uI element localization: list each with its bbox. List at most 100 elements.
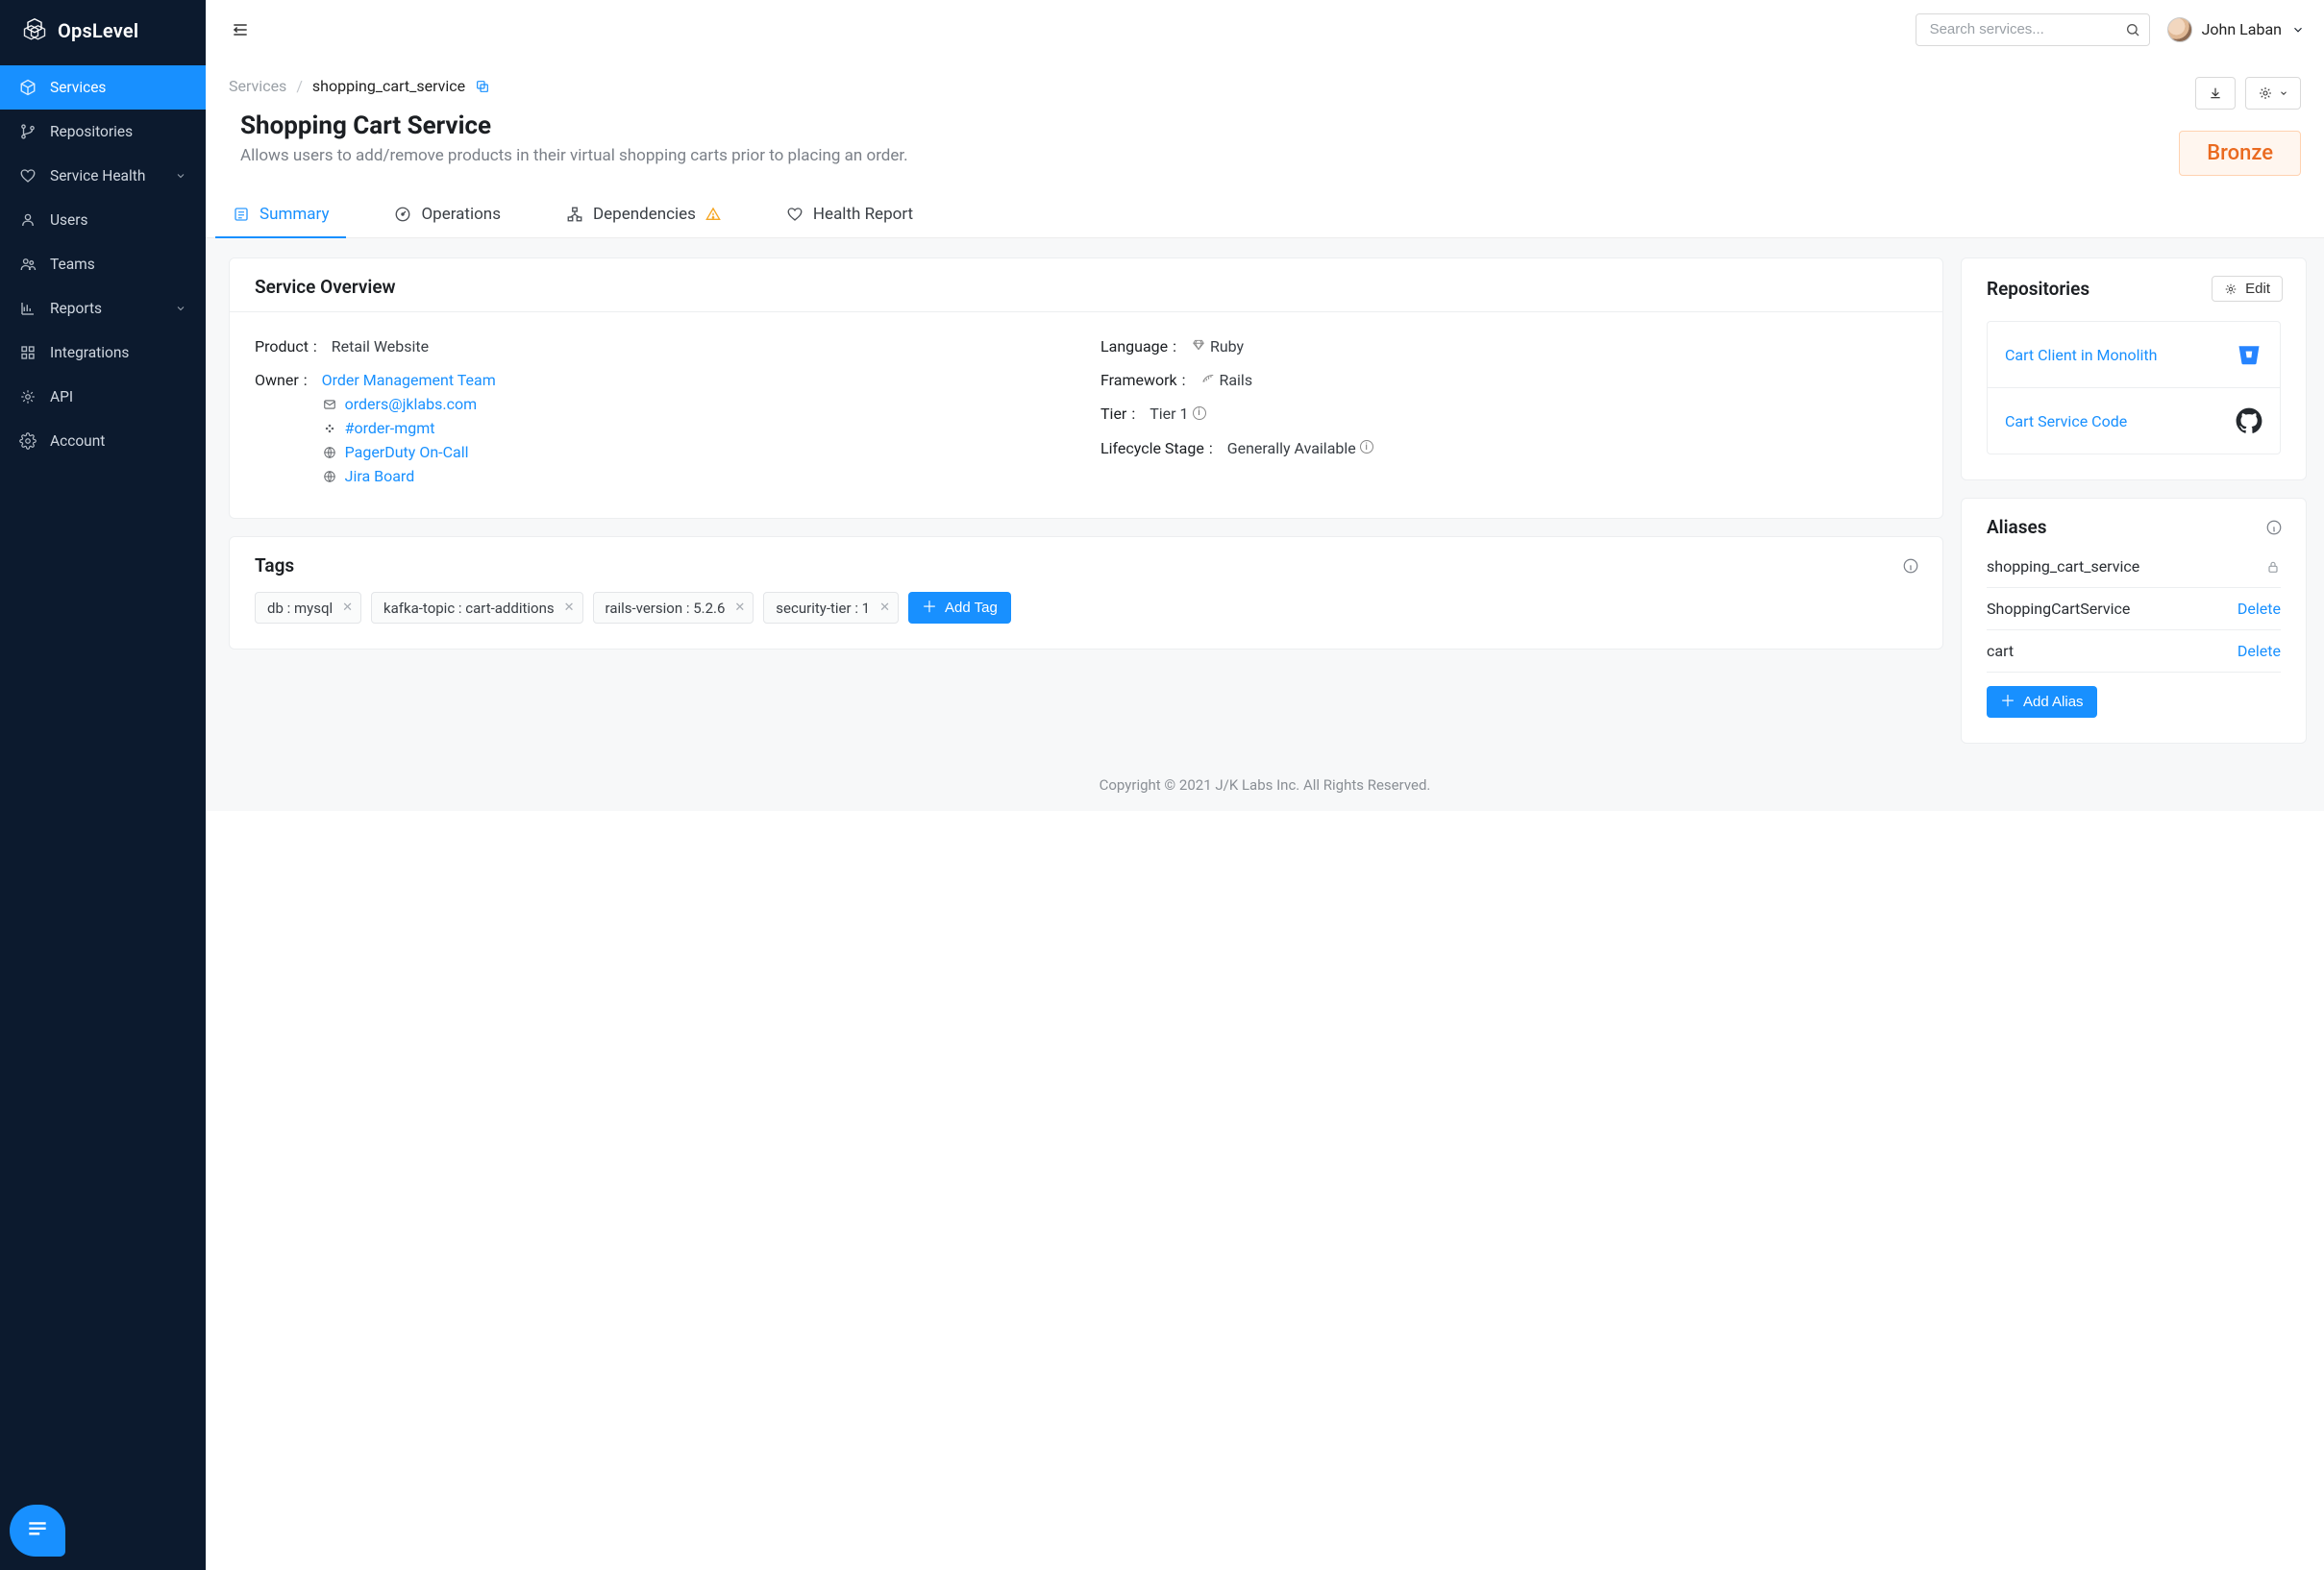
card-title: Service Overview — [255, 276, 396, 298]
sidebar-item-label: Services — [50, 79, 106, 96]
repo-link[interactable]: Cart Client in Monolith — [2005, 346, 2157, 364]
copy-icon[interactable] — [475, 79, 490, 94]
chat-launcher[interactable] — [10, 1505, 65, 1557]
chevron-down-icon — [2291, 23, 2305, 37]
sidebar-item-repositories[interactable]: Repositories — [0, 110, 206, 154]
owner-team-link[interactable]: Order Management Team — [322, 371, 496, 389]
search-input[interactable] — [1916, 13, 2150, 46]
owner-email-link[interactable]: orders@jklabs.com — [345, 395, 477, 413]
sidebar-item-label: Integrations — [50, 344, 129, 361]
alias-delete-link[interactable]: Delete — [2237, 600, 2281, 618]
repo-link[interactable]: Cart Service Code — [2005, 412, 2127, 430]
tag-chip: rails-version : 5.2.6 ✕ — [593, 592, 754, 624]
sidebar-item-label: Reports — [50, 300, 102, 317]
tag-text: rails-version : 5.2.6 — [606, 600, 726, 617]
summary-icon — [233, 206, 250, 223]
repo-row: Cart Client in Monolith — [1988, 322, 2280, 387]
add-alias-button[interactable]: ＋Add Alias — [1987, 686, 2097, 718]
gear-icon — [2224, 282, 2237, 296]
alias-row: shopping_cart_service — [1987, 553, 2281, 588]
owner-slack-link[interactable]: #order-mgmt — [345, 419, 435, 437]
overview-product: Product Retail Website — [255, 330, 1072, 363]
info-icon[interactable]: i — [1360, 440, 1373, 454]
warning-icon — [705, 207, 721, 222]
grid-icon — [19, 344, 37, 361]
tag-text: db : mysql — [267, 600, 333, 617]
tab-health-report[interactable]: Health Report — [782, 195, 917, 237]
brand-name: OpsLevel — [58, 19, 138, 42]
globe-icon — [322, 445, 337, 460]
tag-remove-icon[interactable]: ✕ — [879, 601, 890, 615]
footer-copyright: Copyright © 2021 J/K Labs Inc. All Right… — [206, 753, 2324, 811]
breadcrumb: Services / shopping_cart_service — [229, 77, 490, 95]
tab-summary[interactable]: Summary — [229, 195, 333, 237]
alias-delete-link[interactable]: Delete — [2237, 642, 2281, 660]
overview-language: Language Ruby — [1100, 330, 1917, 363]
field-value: Rails — [1219, 371, 1252, 389]
owner-pagerduty-link[interactable]: PagerDuty On-Call — [345, 443, 469, 461]
sidebar-item-reports[interactable]: Reports — [0, 286, 206, 331]
header-actions — [2195, 77, 2301, 110]
overview-lifecycle: Lifecycle Stage Generally Availablei — [1100, 431, 1917, 466]
lock-icon — [2265, 559, 2281, 575]
search-icon[interactable] — [2125, 22, 2140, 37]
aliases-card: Aliases shopping_cart_service Shopping — [1961, 498, 2307, 744]
chevron-down-icon — [175, 303, 186, 314]
dependency-icon — [566, 206, 583, 223]
chat-icon — [25, 1518, 50, 1543]
sidebar-item-teams[interactable]: Teams — [0, 242, 206, 286]
tabs: Summary Operations Dependencies Health R… — [206, 184, 2324, 238]
user-menu[interactable]: John Laban — [2165, 13, 2307, 46]
info-icon[interactable]: i — [1193, 406, 1206, 420]
tag-remove-icon[interactable]: ✕ — [342, 601, 353, 615]
button-label: Add Tag — [945, 600, 998, 616]
tab-dependencies[interactable]: Dependencies — [562, 195, 725, 237]
opslevel-logo-icon — [21, 17, 48, 44]
info-icon[interactable] — [2265, 519, 2283, 536]
tag-chip: db : mysql ✕ — [255, 592, 361, 624]
settings-dropdown-button[interactable] — [2245, 77, 2301, 110]
owner-jira-link[interactable]: Jira Board — [345, 467, 415, 485]
ruby-icon — [1191, 337, 1206, 353]
sidebar-item-label: Account — [50, 432, 105, 450]
field-value: Retail Website — [332, 337, 429, 356]
sidebar-item-users[interactable]: Users — [0, 198, 206, 242]
tag-remove-icon[interactable]: ✕ — [564, 601, 575, 615]
sidebar-item-account[interactable]: Account — [0, 419, 206, 463]
sidebar-item-services[interactable]: Services — [0, 65, 206, 110]
team-icon — [19, 256, 37, 273]
field-label: Owner — [255, 371, 309, 389]
brand-logo[interactable]: OpsLevel — [0, 0, 206, 61]
field-value: Tier 1 — [1150, 405, 1188, 423]
alias-row: ShoppingCartService Delete — [1987, 588, 2281, 630]
tag-remove-icon[interactable]: ✕ — [734, 601, 745, 615]
field-label: Product — [255, 337, 318, 356]
sidebar-collapse-button[interactable] — [229, 18, 252, 41]
body-grid: Service Overview Product Retail Website — [206, 238, 2324, 753]
alias-list: shopping_cart_service ShoppingCartServic… — [1987, 553, 2281, 673]
sidebar-item-service-health[interactable]: Service Health — [0, 154, 206, 198]
avatar — [2167, 17, 2192, 42]
repositories-card: Repositories Edit Cart Client in Monolit… — [1961, 258, 2307, 480]
tab-operations[interactable]: Operations — [390, 195, 505, 237]
card-title: Aliases — [1987, 516, 2047, 538]
gear-outline-icon — [19, 388, 37, 405]
gauge-icon — [394, 206, 411, 223]
breadcrumb-root[interactable]: Services — [229, 77, 286, 95]
chart-icon — [19, 300, 37, 317]
sidebar-item-label: Service Health — [50, 167, 145, 184]
info-icon[interactable] — [1902, 557, 1919, 575]
edit-repos-button[interactable]: Edit — [2212, 276, 2283, 302]
rails-icon — [1200, 371, 1216, 386]
field-label: Language — [1100, 337, 1177, 356]
add-tag-button[interactable]: ＋Add Tag — [908, 592, 1011, 624]
sidebar-item-api[interactable]: API — [0, 375, 206, 419]
maturity-badge: Bronze — [2179, 131, 2301, 176]
tag-text: kafka-topic : cart-additions — [383, 600, 555, 617]
sidebar-nav: Services Repositories Service Health Use… — [0, 61, 206, 463]
field-value: Generally Available — [1227, 439, 1356, 457]
sidebar-item-integrations[interactable]: Integrations — [0, 331, 206, 375]
github-icon — [2236, 407, 2262, 434]
export-button[interactable] — [2195, 77, 2236, 110]
field-label: Framework — [1100, 371, 1187, 389]
